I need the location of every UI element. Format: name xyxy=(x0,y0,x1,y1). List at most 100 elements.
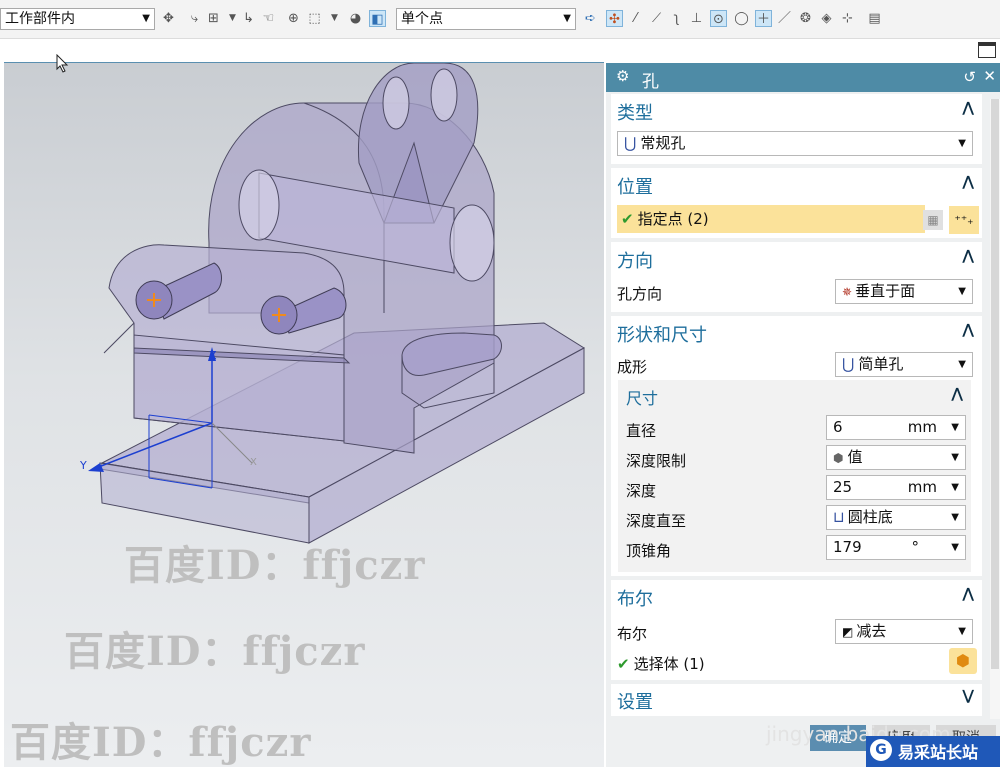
face-icon[interactable]: ◈ xyxy=(818,10,835,27)
depth-to-dropdown[interactable]: ⊔ 圆柱底 ▼ xyxy=(826,505,966,530)
hole-type-dropdown[interactable]: ⋃ 常规孔 ▼ xyxy=(617,131,973,156)
perpendicular-icon[interactable]: ⊥ xyxy=(688,10,705,27)
chevron-up-icon[interactable]: ⋀ xyxy=(962,322,974,338)
chevron-up-icon[interactable]: ⋀ xyxy=(962,100,974,116)
position-section-header[interactable]: 位置 xyxy=(617,173,653,199)
filter-icon[interactable]: ✥ xyxy=(160,10,177,27)
maximize-icon[interactable] xyxy=(978,42,996,58)
hole-type-icon: ⋃ xyxy=(624,134,637,152)
secondary-bar xyxy=(0,39,1000,63)
selection-filter-value: 工作部件内 xyxy=(5,11,75,27)
chevron-down-icon: ▼ xyxy=(958,359,966,370)
curve-point-icon[interactable]: ʅ xyxy=(668,10,685,27)
hole-direction-dropdown[interactable]: ✵ 垂直于面 ▼ xyxy=(835,279,973,304)
depth-limit-dropdown[interactable]: ⬢ 值 ▼ xyxy=(826,445,966,470)
cube-icon[interactable]: ◧ xyxy=(369,10,386,27)
chevron-down-icon[interactable]: ▼ xyxy=(224,10,241,27)
midpoint-icon[interactable]: ⟋ xyxy=(648,10,665,27)
watermark-text: 百度ID：ffjczr xyxy=(10,719,312,766)
form-dropdown[interactable]: ⋃ 简单孔 ▼ xyxy=(835,352,973,377)
depth-input[interactable]: 25 mm ▼ xyxy=(826,475,966,500)
direction-section-header[interactable]: 方向 xyxy=(617,247,653,273)
z-axis-label: Z xyxy=(209,349,217,362)
type-section-header[interactable]: 类型 xyxy=(617,99,653,125)
line-icon[interactable]: ／ xyxy=(776,10,793,27)
arrow-right-icon[interactable]: ➪ xyxy=(582,10,599,27)
rectangle-select-icon[interactable]: ⬚ xyxy=(306,10,323,27)
chevron-up-icon[interactable]: ⋀ xyxy=(962,248,974,264)
depth-limit-value: 值 xyxy=(847,448,863,466)
point-dialog-icon[interactable]: ⁺⁺₊ xyxy=(949,206,979,234)
boolean-dropdown[interactable]: ◩ 减去 ▼ xyxy=(835,619,973,644)
dialog-title-bar: ⚙ 孔 ↺ ✕ xyxy=(606,63,1000,92)
depth-to-label: 深度直至 xyxy=(626,512,687,530)
chevron-up-icon[interactable]: ⋀ xyxy=(962,586,974,602)
watermark-text: 百度ID：ffjczr xyxy=(64,628,366,675)
intersection-icon[interactable]: ＋ xyxy=(755,10,772,27)
depth-label: 深度 xyxy=(626,482,657,500)
reset-icon[interactable]: ↺ xyxy=(963,68,976,86)
settings-section: 设置 ⋁ xyxy=(611,684,982,716)
x-axis-label: X xyxy=(250,457,257,468)
diameter-label: 直径 xyxy=(626,422,657,440)
front-step xyxy=(103,244,351,442)
shape-section-header[interactable]: 形状和尺寸 xyxy=(617,321,707,347)
existing-point-icon[interactable]: ⊹ xyxy=(839,10,856,27)
chevron-down-icon[interactable]: ▼ xyxy=(326,10,343,27)
arrow-icon[interactable]: ↳ xyxy=(240,10,257,27)
logo-icon: G xyxy=(870,739,892,761)
box-select-icon[interactable]: ⊞ xyxy=(205,10,222,27)
selection-filter-dropdown[interactable]: 工作部件内 ▼ xyxy=(0,8,155,30)
point-on-face-icon[interactable]: ❂ xyxy=(797,10,814,27)
dimensions-subsection: 尺寸 ⋀ 直径 6 mm ▼ 深度限制 ⬢ 值 ▼ 深度 25 mm ▼ 深度直至… xyxy=(618,380,971,572)
close-icon[interactable]: ✕ xyxy=(983,67,996,85)
chevron-down-icon: ▼ xyxy=(563,13,571,24)
sketch-icon[interactable]: ▦ xyxy=(923,210,943,230)
depth-limit-label: 深度限制 xyxy=(626,452,687,470)
boolean-value: 减去 xyxy=(856,622,887,640)
depth-unit: mm xyxy=(907,478,937,496)
hole-direction-label: 孔方向 xyxy=(617,285,663,303)
depth-value: 25 xyxy=(833,478,853,496)
graphics-viewport[interactable]: Z Y X 百度ID：ffjczr 百度ID：ffjczr 百度ID：ffjcz… xyxy=(4,63,604,767)
specify-point-row[interactable]: ✔ 指定点 (2) xyxy=(617,205,925,233)
check-icon: ✔ xyxy=(621,210,634,228)
boolean-label: 布尔 xyxy=(617,625,648,643)
chevron-down-icon[interactable]: ⋁ xyxy=(962,688,974,704)
tip-angle-unit: ° xyxy=(911,538,920,556)
direction-section: 方向 ⋀ 孔方向 ✵ 垂直于面 ▼ xyxy=(611,242,982,312)
hand-icon[interactable]: ☜ xyxy=(260,10,277,27)
depth-to-value: 圆柱底 xyxy=(847,508,893,526)
settings-list-icon[interactable]: ▤ xyxy=(866,10,883,27)
specify-point-label: 指定点 (2) xyxy=(637,210,709,228)
position-section: 位置 ⋀ ✔ 指定点 (2) ▦ ⁺⁺₊ xyxy=(611,168,982,238)
lasso-icon[interactable]: ⊕ xyxy=(285,10,302,27)
scrollbar[interactable] xyxy=(990,99,1000,719)
logo-text: 易采站长站 xyxy=(898,743,979,762)
chevron-down-icon: ▼ xyxy=(951,482,959,493)
chevron-up-icon[interactable]: ⋀ xyxy=(951,386,963,402)
quadrant-icon[interactable]: ◯ xyxy=(733,10,750,27)
chevron-down-icon: ▼ xyxy=(951,512,959,523)
endpoint-icon[interactable]: ⁄ xyxy=(627,10,644,27)
snap-point-dropdown[interactable]: 单个点 ▼ xyxy=(396,8,576,30)
chevron-down-icon: ▼ xyxy=(958,286,966,297)
snap-point-value: 单个点 xyxy=(401,11,443,27)
diameter-input[interactable]: 6 mm ▼ xyxy=(826,415,966,440)
settings-section-header[interactable]: 设置 xyxy=(617,688,653,714)
tip-angle-input[interactable]: 179 ° ▼ xyxy=(826,535,966,560)
watermark-text: 百度ID：ffjczr xyxy=(124,542,426,589)
gear-icon[interactable]: ⚙ xyxy=(616,67,629,85)
hole-direction-value: 垂直于面 xyxy=(855,282,916,300)
snap-move-icon[interactable]: ⤷ xyxy=(186,10,203,27)
snap-all-icon[interactable]: ✣ xyxy=(606,10,623,27)
form-value: 简单孔 xyxy=(858,355,904,373)
shade-icon[interactable]: ◕ xyxy=(347,10,364,27)
boolean-section-header[interactable]: 布尔 xyxy=(617,585,653,611)
normal-face-icon: ✵ xyxy=(842,285,853,299)
select-body-row[interactable]: ✔ 选择体 (1) xyxy=(617,653,705,674)
chevron-up-icon[interactable]: ⋀ xyxy=(962,174,974,190)
dimensions-header[interactable]: 尺寸 xyxy=(626,385,658,409)
arc-center-icon[interactable]: ⊙ xyxy=(710,10,727,27)
body-cube-icon[interactable]: ⬢ xyxy=(949,648,977,674)
